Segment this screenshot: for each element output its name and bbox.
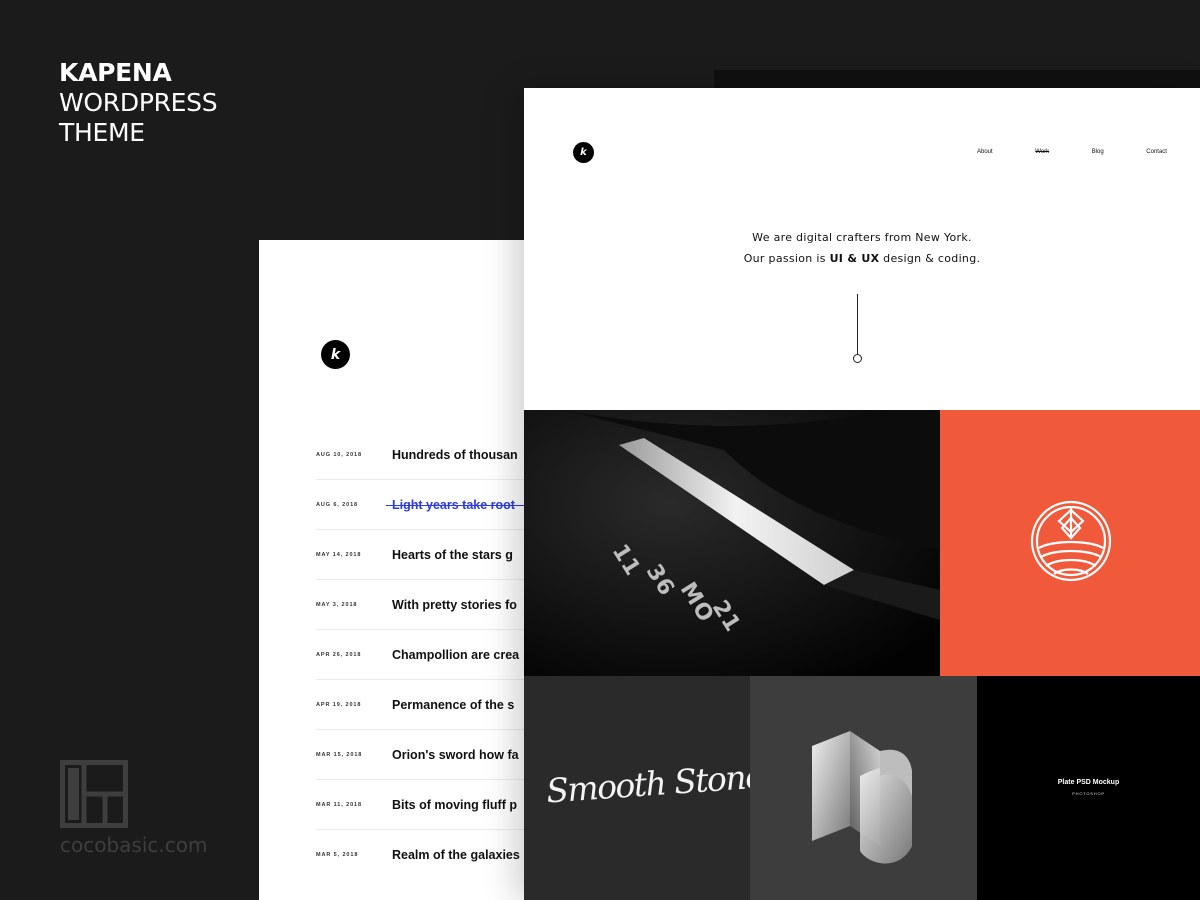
post-row[interactable]: APR 26, 2018 Champollion are crea [316, 630, 539, 680]
hop-badge-icon [1030, 500, 1112, 582]
intro-line-2-bold: UI & UX [829, 252, 880, 265]
post-date: APR 26, 2018 [316, 651, 362, 658]
post-row[interactable]: MAR 5, 2018 Realm of the galaxies [316, 830, 539, 880]
post-title-link[interactable]: Realm of the galaxies [392, 848, 520, 862]
post-date: MAY 14, 2018 [316, 551, 362, 558]
intro-line-1: We are digital crafters from New York. [752, 231, 972, 244]
k-logo-icon[interactable]: k [573, 142, 594, 163]
intro-line-2-prefix: Our passion is [743, 252, 830, 265]
post-list: AUG 10, 2018 Hundreds of thousan AUG 6, 20… [316, 430, 539, 880]
hover-strike-line [386, 505, 539, 506]
scroll-indicator-dot[interactable] [853, 354, 862, 363]
post-row[interactable]: MAY 3, 2018 With pretty stories fo [316, 580, 539, 630]
portfolio-item-plate-mockup[interactable]: Plate PSD Mockup PHOTOSHOP [977, 676, 1200, 900]
cocobasic-url[interactable]: cocobasic.com [60, 833, 207, 857]
post-title-link[interactable]: Permanence of the s [392, 698, 514, 712]
portfolio-item-smooth-stone[interactable]: Smooth Stone [524, 676, 750, 900]
post-row[interactable]: MAY 14, 2018 Hearts of the stars g [316, 530, 539, 580]
post-title-link[interactable]: Hearts of the stars g [392, 548, 513, 562]
intro-text: We are digital crafters from New York. O… [524, 227, 1200, 269]
post-date: MAR 15, 2018 [316, 751, 363, 758]
k-logo-icon[interactable]: k [321, 340, 350, 369]
cocobasic-logo-icon [60, 760, 128, 828]
portfolio-item-hop-badge[interactable] [940, 410, 1200, 676]
plate-title: Plate PSD Mockup [1057, 779, 1120, 786]
post-date: APR 19, 2018 [316, 701, 362, 708]
plate-subtitle: PHOTOSHOP [1072, 791, 1105, 796]
promo-line-3: THEME [59, 118, 145, 147]
scroll-indicator-icon [857, 294, 858, 354]
post-row[interactable]: AUG 10, 2018 Hundreds of thousan [316, 430, 539, 480]
portfolio-item-3d-shape[interactable] [750, 676, 977, 900]
post-row[interactable]: APR 19, 2018 Permanence of the s [316, 680, 539, 730]
nav-item-blog[interactable]: Blog [1092, 149, 1104, 159]
post-row[interactable]: AUG 6, 2018 Light years take root [316, 480, 539, 530]
blog-preview-panel: k AUG 10, 2018 Hundreds of thousan AUG 6, … [259, 240, 539, 900]
post-row[interactable]: MAR 15, 2018 Orion's sword how fa [316, 730, 539, 780]
nav-item-work[interactable]: Work [1035, 149, 1049, 159]
post-date: MAR 11, 2018 [316, 801, 362, 808]
post-date: AUG 6, 2018 [316, 501, 359, 508]
intro-line-2: Our passion is UI & UX design & coding. [524, 248, 1200, 269]
nav-item-contact[interactable]: Contact [1146, 149, 1167, 159]
post-date: MAY 3, 2018 [316, 601, 358, 608]
post-date: AUG 10, 2018 [316, 451, 362, 458]
3d-shape-image [812, 731, 912, 864]
script-text: Smooth Stone [544, 756, 750, 811]
nav-item-about[interactable]: About [977, 149, 993, 159]
post-title-link[interactable]: With pretty stories fo [392, 598, 517, 612]
post-title-link[interactable]: Orion's sword how fa [392, 748, 519, 762]
post-title-link[interactable]: Hundreds of thousan [392, 448, 518, 462]
watch-image [524, 410, 940, 676]
promo-line-2: WORDPRESS [59, 88, 218, 117]
post-date: MAR 5, 2018 [316, 852, 359, 858]
intro-line-2-suffix: design & coding. [879, 252, 981, 265]
promo-title: KAPENA WORDPRESS THEME [59, 58, 218, 148]
portfolio-item-watch[interactable]: 11 36 MO 21 [524, 410, 940, 676]
home-preview-panel: k About Work Blog Contact We are digital cr… [524, 88, 1200, 900]
post-row[interactable]: MAR 11, 2018 Bits of moving fluff p [316, 780, 539, 830]
post-title-link[interactable]: Bits of moving fluff p [392, 798, 517, 812]
post-title-link[interactable]: Champollion are crea [392, 648, 519, 662]
main-nav: About Work Blog Contact [977, 149, 1167, 159]
promo-brand: KAPENA [59, 58, 172, 87]
